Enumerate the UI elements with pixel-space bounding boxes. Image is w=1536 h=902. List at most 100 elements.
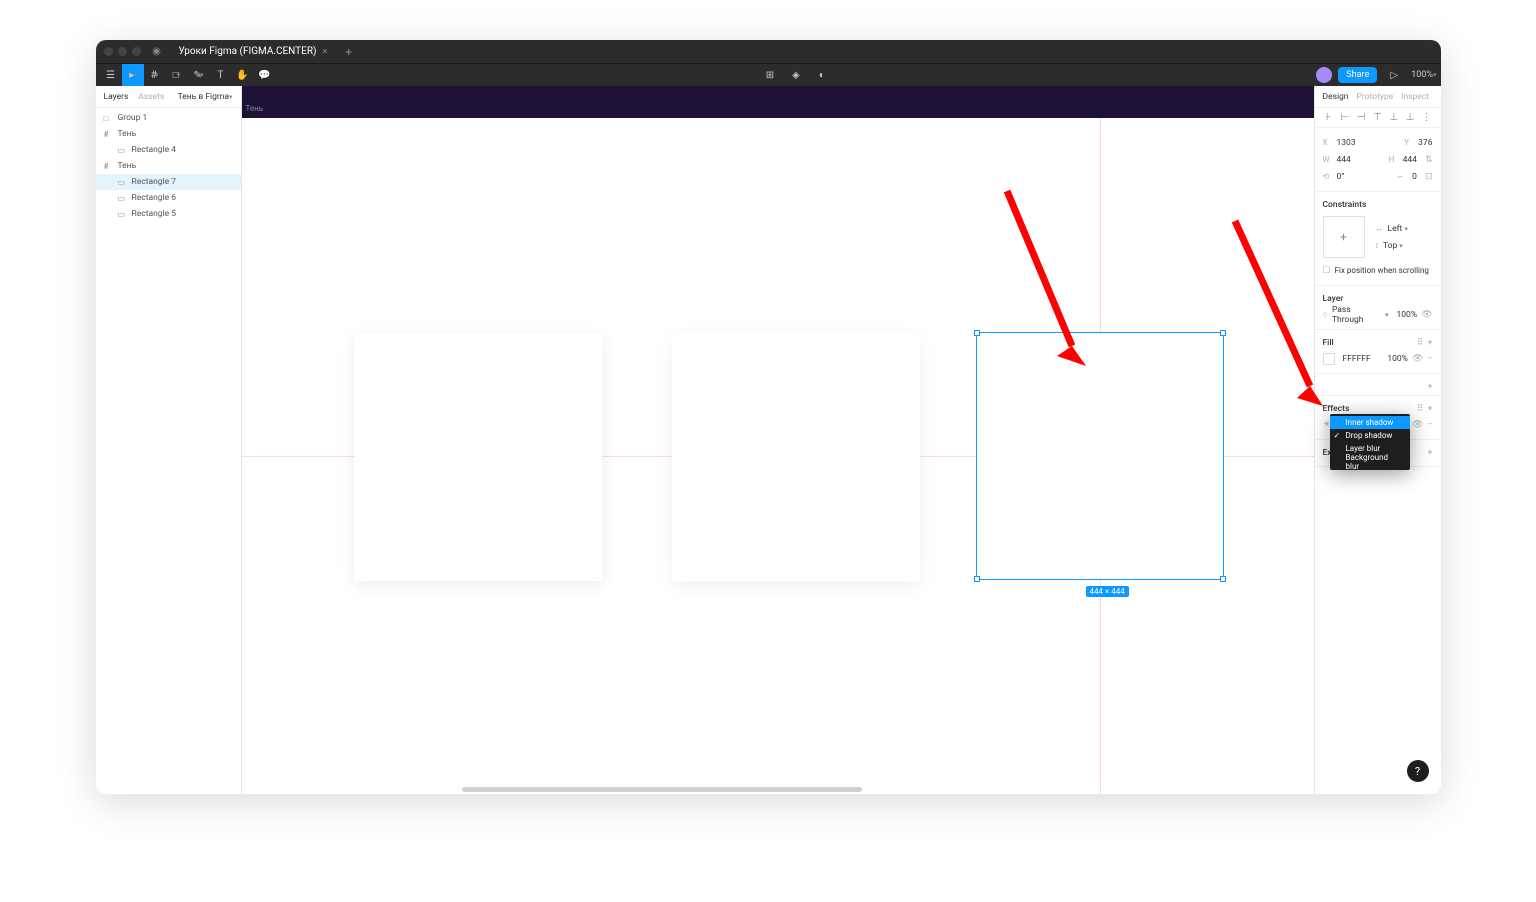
link-dimensions-icon[interactable]: ⇅: [1425, 155, 1433, 165]
constraint-widget[interactable]: [1323, 216, 1365, 258]
layer-name: Rectangle 4: [132, 145, 177, 155]
dropdown-item[interactable]: Background blur: [1330, 455, 1410, 468]
layer-opacity-input[interactable]: 100%: [1397, 310, 1418, 320]
dropdown-item[interactable]: Inner shadow: [1330, 416, 1410, 429]
tab-close-icon[interactable]: ×: [322, 47, 327, 57]
mask-icon[interactable]: ◐: [811, 64, 833, 86]
w-input[interactable]: 444: [1337, 155, 1351, 165]
layer-item[interactable]: #Тень: [96, 158, 241, 174]
constraint-h-select[interactable]: Left: [1388, 224, 1403, 234]
independent-corners-icon[interactable]: ⊡: [1425, 172, 1433, 182]
fill-opacity-input[interactable]: 100%: [1387, 354, 1408, 364]
dimension-label: 444 × 444: [1086, 586, 1129, 597]
style-icon[interactable]: ⠿: [1417, 338, 1424, 348]
distribute-icon[interactable]: ⋮: [1420, 112, 1432, 123]
layer-list: □Group 1#Тень▭Rectangle 4#Тень▭Rectangle…: [96, 108, 241, 222]
text-tool[interactable]: T: [210, 64, 232, 86]
selected-rect[interactable]: [976, 332, 1224, 580]
add-stroke-icon[interactable]: +: [1428, 382, 1433, 392]
align-vcenter-icon[interactable]: ⊥: [1388, 112, 1400, 123]
fill-swatch[interactable]: [1323, 353, 1335, 365]
user-avatar[interactable]: [1316, 67, 1332, 83]
present-button[interactable]: ▷: [1383, 64, 1405, 86]
comment-tool[interactable]: 💬: [254, 64, 276, 86]
resize-handle-ne[interactable]: [1220, 330, 1226, 336]
remove-fill-icon[interactable]: −: [1427, 354, 1432, 364]
chevron-down-icon: ▾: [132, 71, 136, 79]
resize-handle-se[interactable]: [1220, 576, 1226, 582]
fill-visibility-icon[interactable]: 👁: [1412, 354, 1423, 364]
chevron-down-icon: ▾: [155, 71, 159, 79]
add-effect-icon[interactable]: +: [1428, 404, 1433, 414]
help-button[interactable]: ?: [1407, 760, 1429, 782]
canvas[interactable]: Тень 444 × 444: [242, 86, 1314, 794]
rotation-input[interactable]: 0°: [1337, 172, 1345, 182]
h-label: H: [1389, 155, 1399, 164]
window-controls[interactable]: [104, 47, 141, 56]
checkbox-icon[interactable]: ☐: [1323, 266, 1331, 276]
resize-handle-nw[interactable]: [974, 330, 980, 336]
add-export-icon[interactable]: +: [1428, 448, 1433, 458]
tab-assets[interactable]: Assets: [138, 92, 164, 102]
share-button[interactable]: Share: [1338, 67, 1377, 83]
style-icon[interactable]: ⠿: [1417, 404, 1424, 414]
visibility-icon[interactable]: 👁: [1421, 310, 1432, 320]
layer-item[interactable]: ▭Rectangle 5: [96, 206, 241, 222]
close-icon[interactable]: [104, 47, 113, 56]
dropdown-item-label: Inner shadow: [1346, 418, 1394, 427]
remove-effect-icon[interactable]: −: [1427, 420, 1432, 430]
layer-item[interactable]: ▭Rectangle 7: [96, 174, 241, 190]
menu-button[interactable]: ☰: [100, 64, 122, 86]
radius-input[interactable]: 0: [1412, 172, 1417, 182]
maximize-icon[interactable]: [132, 47, 141, 56]
tab-inspect[interactable]: Inspect: [1401, 92, 1429, 102]
tab-prototype[interactable]: Prototype: [1357, 92, 1394, 102]
horizontal-scrollbar[interactable]: [462, 787, 862, 792]
tab-design[interactable]: Design: [1323, 92, 1349, 102]
canvas-rect-1[interactable]: [354, 333, 602, 581]
add-fill-icon[interactable]: +: [1428, 338, 1433, 348]
file-tab[interactable]: Уроки Figma (FIGMA.CENTER) ×: [171, 40, 336, 63]
frame-tool[interactable]: #▾: [144, 64, 166, 86]
layer-type-icon: ▭: [118, 178, 128, 187]
page-selector[interactable]: Тень в Figma ▾: [178, 92, 233, 102]
hand-tool[interactable]: ✋: [232, 64, 254, 86]
app-window: ◉ Уроки Figma (FIGMA.CENTER) × + ☰ ▸▾ #▾…: [96, 40, 1441, 794]
add-tab-button[interactable]: +: [345, 45, 352, 59]
layer-item[interactable]: ▭Rectangle 4: [96, 142, 241, 158]
layer-item[interactable]: #Тень: [96, 126, 241, 142]
layer-type-icon: #: [104, 162, 114, 171]
dropdown-item[interactable]: ✓Drop shadow: [1330, 429, 1410, 442]
align-left-icon[interactable]: ⊦: [1323, 112, 1335, 123]
constraint-v-select[interactable]: Top: [1383, 241, 1397, 251]
canvas-rect-2[interactable]: [672, 333, 920, 581]
layer-item[interactable]: □Group 1: [96, 110, 241, 126]
y-input[interactable]: 376: [1418, 138, 1432, 148]
align-right-icon[interactable]: ⊣: [1355, 112, 1367, 123]
tab-layers[interactable]: Layers: [104, 92, 129, 102]
zoom-control[interactable]: 100%▾: [1411, 70, 1436, 80]
fill-hex-input[interactable]: FFFFFF: [1343, 354, 1371, 364]
align-top-icon[interactable]: ⊤: [1371, 112, 1383, 123]
effects-dropdown[interactable]: Inner shadow✓Drop shadowLayer blurBackgr…: [1330, 414, 1410, 470]
move-tool[interactable]: ▸▾: [122, 64, 144, 86]
chevron-down-icon: ▾: [1433, 71, 1437, 79]
minimize-icon[interactable]: [118, 47, 127, 56]
figma-logo-icon[interactable]: ◉: [151, 46, 163, 58]
x-input[interactable]: 1303: [1337, 138, 1356, 148]
resize-handle-sw[interactable]: [974, 576, 980, 582]
titlebar: ◉ Уроки Figma (FIGMA.CENTER) × +: [96, 40, 1441, 63]
stroke-section: +: [1315, 374, 1441, 396]
effect-visibility-icon[interactable]: 👁: [1412, 420, 1423, 430]
layer-item[interactable]: ▭Rectangle 6: [96, 190, 241, 206]
align-bottom-icon[interactable]: ⊥: [1404, 112, 1416, 123]
reset-icon[interactable]: ◈: [785, 64, 807, 86]
blend-mode-select[interactable]: Pass Through: [1332, 305, 1383, 325]
h-input[interactable]: 444: [1403, 155, 1417, 165]
shape-tool[interactable]: □▾: [166, 64, 188, 86]
layer-name: Group 1: [118, 113, 148, 123]
component-icon[interactable]: ⊞: [759, 64, 781, 86]
right-panel: Design Prototype Inspect ⊦ ⊢ ⊣ ⊤ ⊥ ⊥ ⋮ X…: [1314, 86, 1441, 794]
pen-tool[interactable]: ✎▾: [188, 64, 210, 86]
align-hcenter-icon[interactable]: ⊢: [1339, 112, 1351, 123]
